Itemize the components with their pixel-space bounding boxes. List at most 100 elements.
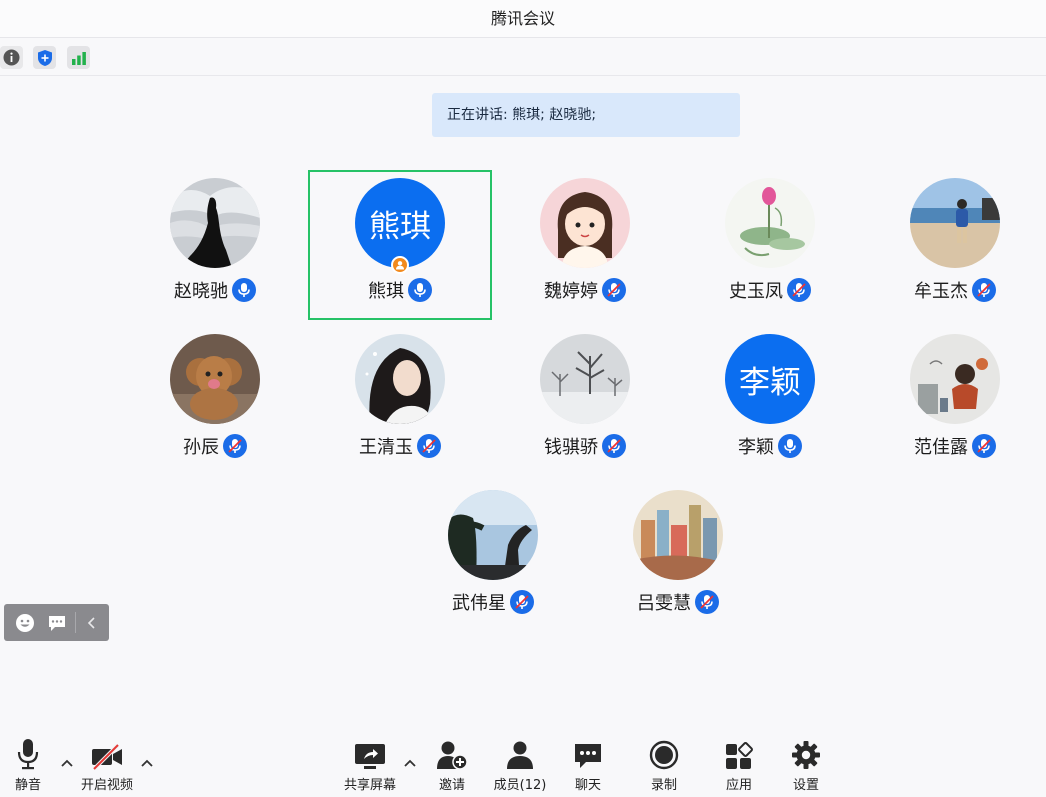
avatar: [725, 178, 815, 268]
start-video-label: 开启视频: [80, 778, 133, 793]
participant-name: 吕雯慧: [637, 593, 691, 614]
participant-name-row: 钱骐骄: [493, 432, 677, 460]
avatar-initials: 熊琪: [355, 178, 445, 268]
share-screen-label: 共享屏幕: [343, 778, 396, 793]
mic-on-icon: [778, 434, 802, 458]
avatar: [633, 490, 723, 580]
apps-icon: [719, 738, 759, 770]
audio-options-chevron-up-icon[interactable]: [60, 756, 74, 770]
participant-name: 李颖: [738, 437, 774, 458]
participant-name: 史玉凤: [729, 281, 783, 302]
participant-name-row: 赵晓驰: [123, 276, 307, 304]
chat-icon: [568, 738, 608, 770]
participant-tile[interactable]: 范佳露: [863, 326, 1046, 476]
settings-label: 设置: [792, 778, 819, 793]
speaking-banner: 正在讲话: 熊琪; 赵晓驰;: [432, 93, 740, 137]
status-bar: [0, 39, 1046, 76]
participant-name-row: 李颖: [678, 432, 862, 460]
mic-muted-icon: [223, 434, 247, 458]
mute-button[interactable]: 静音: [8, 738, 48, 793]
participant-name-row: 孙辰: [123, 432, 307, 460]
participant-name-row: 牟玉杰: [863, 276, 1046, 304]
participant-name: 孙辰: [183, 437, 219, 458]
participant-tile[interactable]: 史玉凤: [678, 170, 862, 320]
participant-tile[interactable]: 王清玉: [308, 326, 492, 476]
participant-tile[interactable]: 赵晓驰: [123, 170, 307, 320]
members-icon: [492, 738, 548, 770]
avatar: [170, 178, 260, 268]
participant-tile[interactable]: 武伟星: [401, 482, 585, 632]
members-button[interactable]: 成员(12): [492, 738, 548, 793]
avatar: [910, 334, 1000, 424]
chat-button[interactable]: 聊天: [568, 738, 608, 793]
members-label: 成员(12): [493, 778, 547, 793]
invite-button[interactable]: 邀请: [432, 738, 472, 793]
window-title: 腾讯会议: [490, 9, 555, 28]
record-button[interactable]: 录制: [644, 738, 684, 793]
participant-tile[interactable]: 李颖 李颖: [678, 326, 862, 476]
participant-name-row: 史玉凤: [678, 276, 862, 304]
participant-name: 赵晓驰: [174, 281, 228, 302]
mic-muted-icon: [417, 434, 441, 458]
avatar: [448, 490, 538, 580]
avatar: [170, 334, 260, 424]
participant-name: 钱骐骄: [544, 437, 598, 458]
mic-muted-icon: [510, 590, 534, 614]
video-off-icon: [76, 738, 138, 770]
mic-muted-icon: [602, 278, 626, 302]
avatar: [540, 178, 630, 268]
info-icon[interactable]: [0, 46, 23, 69]
participant-tile[interactable]: 钱骐骄: [493, 326, 677, 476]
video-options-chevron-up-icon[interactable]: [140, 756, 154, 770]
mic-muted-icon: [972, 278, 996, 302]
avatar: [540, 334, 630, 424]
settings-button[interactable]: 设置: [786, 738, 826, 793]
chat-label: 聊天: [574, 778, 601, 793]
share-screen-icon: [340, 738, 400, 770]
share-options-chevron-up-icon[interactable]: [403, 756, 417, 770]
record-icon: [644, 738, 684, 770]
participant-name: 牟玉杰: [914, 281, 968, 302]
participant-name: 范佳露: [914, 437, 968, 458]
add-user-icon: [432, 738, 472, 770]
host-icon: [391, 256, 409, 274]
participant-name-row: 吕雯慧: [586, 588, 770, 616]
apps-button[interactable]: 应用: [719, 738, 759, 793]
participant-tile[interactable]: 牟玉杰: [863, 170, 1046, 320]
participant-tile[interactable]: 魏婷婷: [493, 170, 677, 320]
participant-tile[interactable]: 孙辰: [123, 326, 307, 476]
avatar: [910, 178, 1000, 268]
avatar-initials: 李颖: [725, 334, 815, 424]
collapse-icon[interactable]: [80, 604, 104, 641]
apps-label: 应用: [725, 778, 752, 793]
participant-tile-active[interactable]: 熊琪 熊琪: [308, 170, 492, 320]
mic-muted-icon: [972, 434, 996, 458]
reaction-panel: [4, 604, 109, 641]
participant-name-row: 范佳露: [863, 432, 1046, 460]
participant-name-row: 王清玉: [308, 432, 492, 460]
speaking-text: 正在讲话: 熊琪; 赵晓驰;: [447, 107, 597, 123]
participant-tile[interactable]: 吕雯慧: [586, 482, 770, 632]
shield-icon[interactable]: [33, 46, 56, 69]
participant-name-row: 武伟星: [401, 588, 585, 616]
title-bar: 腾讯会议: [0, 0, 1046, 38]
participant-name: 王清玉: [359, 437, 413, 458]
mic-on-icon: [408, 278, 432, 302]
share-screen-button[interactable]: 共享屏幕: [340, 738, 400, 793]
emoji-icon[interactable]: [12, 604, 38, 641]
invite-label: 邀请: [438, 778, 465, 793]
participant-name-row: 魏婷婷: [493, 276, 677, 304]
signal-icon[interactable]: [67, 46, 90, 69]
chat-bubble-icon[interactable]: [44, 604, 70, 641]
participant-name-row: 熊琪: [308, 276, 492, 304]
start-video-button[interactable]: 开启视频: [76, 738, 138, 793]
gear-icon: [786, 738, 826, 770]
mic-muted-icon: [787, 278, 811, 302]
participant-name: 熊琪: [368, 281, 404, 302]
participant-name: 武伟星: [452, 593, 506, 614]
mic-muted-icon: [602, 434, 626, 458]
divider: [75, 612, 76, 633]
avatar: 李颖: [725, 334, 815, 424]
mic-muted-icon: [695, 590, 719, 614]
mute-label: 静音: [14, 778, 41, 793]
